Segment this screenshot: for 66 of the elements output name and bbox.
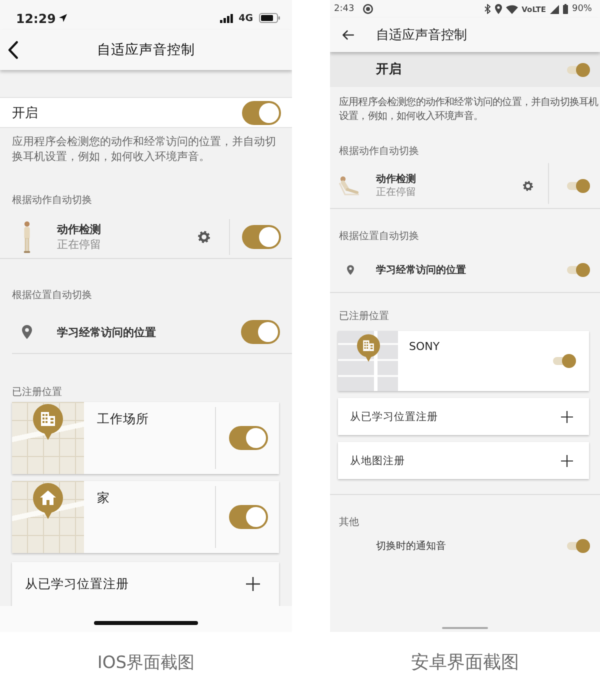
toggle-switch[interactable] bbox=[552, 354, 576, 368]
setting-label: 切换时的通知音 bbox=[376, 540, 446, 553]
battery-icon bbox=[259, 13, 280, 23]
back-icon[interactable] bbox=[342, 30, 354, 40]
plus-icon bbox=[561, 454, 573, 466]
house-pin-icon bbox=[33, 483, 63, 519]
section-header: 根据动作自动切换 bbox=[12, 194, 92, 208]
setting-label: 学习经常访问的位置 bbox=[57, 324, 156, 340]
add-location-button[interactable]: 从已学习位置注册 bbox=[12, 562, 279, 606]
place-name: 家 bbox=[97, 490, 110, 506]
status-label: 正在停留 bbox=[376, 186, 416, 198]
screen-title: 自适应声音控制 bbox=[376, 27, 467, 44]
section-header: 根据动作自动切换 bbox=[339, 145, 419, 159]
setting-label: 学习经常访问的位置 bbox=[376, 263, 466, 277]
toggle-switch[interactable] bbox=[242, 225, 281, 249]
toggle-switch[interactable] bbox=[566, 263, 590, 277]
screenshot-caption: IOS界面截图 bbox=[97, 652, 195, 674]
description-text: 应用程序会检测您的动作和经常访问的位置，并自动切换耳机设置，例如，如何收入环境声音。 bbox=[339, 96, 600, 124]
battery-percent: 90% bbox=[572, 4, 592, 14]
place-name: 工作场所 bbox=[97, 411, 149, 427]
plus-icon bbox=[246, 577, 260, 591]
settings-icon[interactable] bbox=[523, 180, 533, 190]
settings-icon[interactable] bbox=[198, 231, 210, 243]
add-location-button[interactable]: 从已学习位置注册 bbox=[338, 398, 589, 435]
toggle-switch[interactable] bbox=[241, 320, 280, 344]
location-arrow-icon bbox=[58, 14, 67, 22]
signal-icon bbox=[550, 4, 559, 14]
toggle-switch[interactable] bbox=[566, 539, 590, 553]
standing-person-icon bbox=[22, 221, 32, 253]
screen-title: 自适应声音控制 bbox=[97, 41, 195, 59]
location-pin-icon bbox=[22, 325, 32, 339]
setting-label: 开启 bbox=[376, 61, 402, 78]
screenshot-caption: 安卓界面截图 bbox=[411, 652, 519, 674]
location-pin-icon bbox=[347, 265, 354, 275]
bluetooth-icon bbox=[484, 4, 491, 14]
setting-label: 开启 bbox=[12, 104, 38, 122]
seated-person-icon bbox=[338, 176, 360, 196]
toggle-switch[interactable] bbox=[229, 505, 268, 529]
location-icon bbox=[494, 4, 502, 14]
toggle-switch[interactable] bbox=[566, 178, 590, 192]
toggle-switch[interactable] bbox=[229, 426, 268, 450]
section-header: 已注册位置 bbox=[12, 386, 62, 400]
setting-label: 动作检测 bbox=[57, 222, 101, 237]
network-label: 4G bbox=[238, 12, 253, 24]
plus-icon bbox=[561, 410, 573, 422]
place-name: SONY bbox=[409, 340, 440, 354]
description-text: 应用程序会检测您的动作和经常访问的位置，并自动切换耳机设置，例如，如何收入环境声音。 bbox=[12, 134, 277, 164]
navigation-handle[interactable] bbox=[442, 627, 488, 629]
building-pin-icon bbox=[33, 404, 63, 440]
section-header: 根据位置自动切换 bbox=[12, 289, 92, 303]
add-location-button[interactable]: 从地图注册 bbox=[338, 442, 589, 479]
section-header: 已注册位置 bbox=[339, 310, 389, 324]
signal-icon bbox=[220, 14, 233, 22]
setting-label: 动作检测 bbox=[376, 172, 416, 186]
building-pin-icon bbox=[357, 334, 380, 362]
back-icon[interactable] bbox=[8, 41, 18, 59]
section-header: 其他 bbox=[339, 516, 359, 530]
status-time: 2:43 bbox=[334, 4, 354, 14]
toggle-switch[interactable] bbox=[242, 100, 281, 124]
battery-icon bbox=[562, 4, 568, 14]
status-time: 12:29 bbox=[16, 10, 56, 26]
toggle-switch[interactable] bbox=[566, 62, 590, 76]
circle-icon bbox=[363, 4, 374, 14]
status-label: 正在停留 bbox=[57, 237, 101, 252]
section-header: 根据位置自动切换 bbox=[339, 230, 419, 244]
wifi-icon bbox=[506, 4, 518, 14]
